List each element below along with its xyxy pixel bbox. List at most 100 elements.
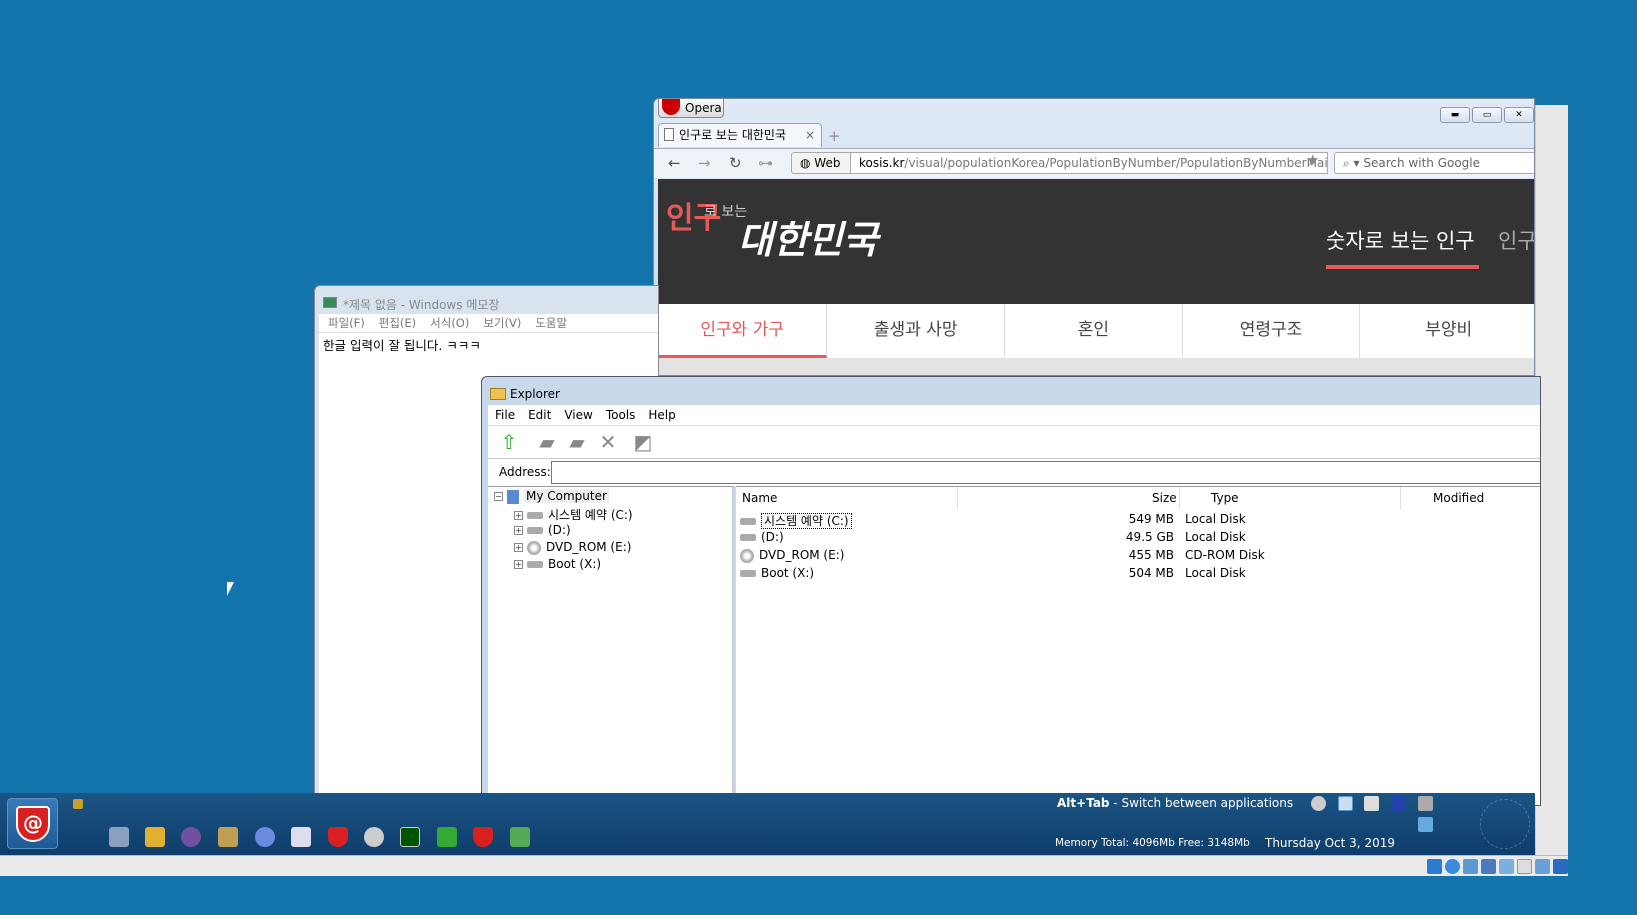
site-menu-population[interactable]: 인구 bbox=[1498, 225, 1534, 255]
tree-label: DVD_ROM (E:) bbox=[546, 540, 632, 554]
menu-help[interactable]: 도움말 bbox=[535, 314, 567, 332]
site-nav-item[interactable]: 부양비 bbox=[1360, 304, 1534, 358]
tab-close-button[interactable]: × bbox=[805, 124, 815, 146]
site-nav-item[interactable]: 출생과 사망 bbox=[827, 304, 1006, 358]
tray-icon[interactable] bbox=[1499, 859, 1514, 874]
menu-view[interactable]: 보기(V) bbox=[483, 314, 521, 332]
quicklaunch-icon[interactable] bbox=[218, 827, 238, 847]
column-divider[interactable] bbox=[1400, 487, 1401, 509]
tree-item[interactable]: + 시스템 예약 (C:) bbox=[514, 506, 633, 523]
quicklaunch-icon[interactable] bbox=[437, 827, 457, 847]
address-input[interactable] bbox=[551, 461, 1540, 484]
search-icon: ⌕ ▾ bbox=[1343, 156, 1364, 170]
menu-file[interactable]: 파일(F) bbox=[328, 314, 365, 332]
tree-item-my-computer[interactable]: − My Computer bbox=[494, 489, 609, 504]
browser-toolbar: ← → ↻ ⊶ ◍ Web kosis.kr/visual/population… bbox=[654, 148, 1534, 178]
back-button[interactable]: ← bbox=[668, 154, 681, 172]
column-header-size[interactable]: Size bbox=[1152, 491, 1177, 505]
site-nav: 인구와 가구 출생과 사망 혼인 연령구조 부양비 bbox=[658, 304, 1534, 358]
reload-button[interactable]: ↻ bbox=[729, 154, 742, 172]
window-tray-icon[interactable] bbox=[1338, 796, 1353, 811]
tree-label: Boot (X:) bbox=[548, 557, 602, 571]
tray-icon[interactable] bbox=[1481, 859, 1496, 874]
collapse-icon[interactable]: − bbox=[494, 492, 503, 501]
menu-view[interactable]: View bbox=[564, 405, 592, 425]
quicklaunch-icon[interactable] bbox=[473, 827, 493, 847]
forward-button[interactable]: → bbox=[698, 154, 711, 172]
tray-icon[interactable] bbox=[1517, 859, 1532, 874]
quicklaunch-icon[interactable] bbox=[109, 827, 129, 847]
tab-active[interactable]: 인구로 보는 대한민국 × bbox=[658, 123, 822, 147]
quicklaunch-icon[interactable] bbox=[255, 827, 275, 847]
bookmark-star-icon[interactable]: ★ bbox=[1306, 151, 1319, 169]
menu-help[interactable]: Help bbox=[648, 405, 675, 425]
file-row[interactable]: 시스템 예약 (C:) bbox=[740, 512, 852, 529]
expand-icon[interactable]: + bbox=[514, 543, 523, 552]
site-nav-item[interactable]: 혼인 bbox=[1005, 304, 1183, 358]
delete-icon[interactable]: ✕ bbox=[595, 430, 621, 454]
explorer-window: Explorer File Edit View Tools Help ⇧ ▰ ▰… bbox=[481, 376, 1541, 806]
quicklaunch-icon[interactable] bbox=[328, 827, 348, 847]
site-logo-main[interactable]: 대한민국 bbox=[738, 209, 878, 264]
device-tray-icon[interactable] bbox=[1418, 796, 1433, 811]
expand-icon[interactable]: + bbox=[514, 526, 523, 535]
minimize-button[interactable]: ▬ bbox=[1440, 107, 1470, 123]
new-tab-button[interactable]: + bbox=[828, 127, 841, 145]
tree-item[interactable]: + DVD_ROM (E:) bbox=[514, 540, 631, 555]
expand-icon[interactable]: + bbox=[514, 511, 523, 520]
lock-icon[interactable] bbox=[73, 799, 83, 809]
column-header-modified[interactable]: Modified bbox=[1433, 491, 1484, 505]
desktop-edge bbox=[0, 876, 1637, 915]
tray-icon[interactable] bbox=[1445, 859, 1460, 874]
network-tray-icon[interactable] bbox=[1418, 817, 1433, 832]
expand-icon[interactable]: + bbox=[514, 560, 523, 569]
tray-icon[interactable] bbox=[1427, 859, 1442, 874]
opera-menu-button[interactable]: Opera bbox=[658, 99, 724, 118]
column-header-name[interactable]: Name bbox=[742, 491, 777, 505]
menu-edit[interactable]: Edit bbox=[528, 405, 551, 425]
folder-icon bbox=[490, 388, 506, 400]
quicklaunch-icon[interactable] bbox=[510, 827, 530, 847]
column-divider[interactable] bbox=[1179, 487, 1180, 509]
quicklaunch-icon[interactable] bbox=[291, 827, 311, 847]
copy-icon[interactable]: ▰ bbox=[534, 430, 560, 454]
quicklaunch-icon[interactable] bbox=[364, 827, 384, 847]
menu-file[interactable]: File bbox=[495, 405, 515, 425]
address-bar[interactable]: kosis.kr/visual/populationKorea/Populati… bbox=[850, 152, 1328, 174]
memory-status: Memory Total: 4096Mb Free: 3148Mb bbox=[1055, 837, 1250, 849]
quicklaunch-icon[interactable] bbox=[145, 827, 165, 847]
menu-edit[interactable]: 편집(E) bbox=[379, 314, 416, 332]
menu-tools[interactable]: Tools bbox=[606, 405, 636, 425]
file-row[interactable]: Boot (X:) bbox=[740, 566, 814, 580]
start-button[interactable]: @ bbox=[7, 798, 58, 849]
monitor-tray-icon[interactable] bbox=[1364, 796, 1379, 811]
folder-up-icon[interactable]: ⇧ bbox=[496, 430, 522, 454]
tray-icon[interactable] bbox=[1553, 859, 1568, 874]
column-header-type[interactable]: Type bbox=[1211, 491, 1239, 505]
maximize-button[interactable]: ▭ bbox=[1472, 107, 1502, 123]
file-row[interactable]: DVD_ROM (E:) bbox=[740, 548, 844, 563]
column-divider[interactable] bbox=[957, 487, 958, 509]
quicklaunch-icon[interactable] bbox=[400, 827, 420, 847]
site-nav-item[interactable]: 인구와 가구 bbox=[658, 304, 828, 358]
web-badge[interactable]: ◍ Web bbox=[791, 152, 851, 174]
move-icon[interactable]: ▰ bbox=[564, 430, 590, 454]
tree-item[interactable]: + (D:) bbox=[514, 523, 571, 537]
search-field[interactable]: ⌕ ▾ Search with Google bbox=[1334, 152, 1534, 174]
display-tray-icon[interactable] bbox=[1391, 796, 1406, 811]
site-nav-item[interactable]: 연령구조 bbox=[1183, 304, 1361, 358]
tray-icon[interactable] bbox=[1463, 859, 1478, 874]
file-row[interactable]: (D:) bbox=[740, 530, 784, 544]
opera-window: Opera ▬ ▭ ✕ 인구로 보는 대한민국 × + ← → ↻ ⊶ ◍ We… bbox=[653, 98, 1535, 376]
key-icon[interactable]: ⊶ bbox=[758, 154, 773, 172]
opera-menu-label: Opera bbox=[685, 101, 722, 115]
menu-format[interactable]: 서식(O) bbox=[430, 314, 469, 332]
site-menu-numbers[interactable]: 숫자로 보는 인구 bbox=[1326, 225, 1475, 255]
close-button[interactable]: ✕ bbox=[1504, 107, 1534, 123]
tray-icon[interactable] bbox=[1535, 859, 1550, 874]
quicklaunch-icon[interactable] bbox=[181, 827, 201, 847]
url-domain: kosis.kr bbox=[859, 156, 905, 170]
clock-tray-icon[interactable] bbox=[1311, 796, 1326, 811]
properties-icon[interactable]: ◩ bbox=[630, 430, 656, 454]
tree-item[interactable]: + Boot (X:) bbox=[514, 557, 601, 571]
